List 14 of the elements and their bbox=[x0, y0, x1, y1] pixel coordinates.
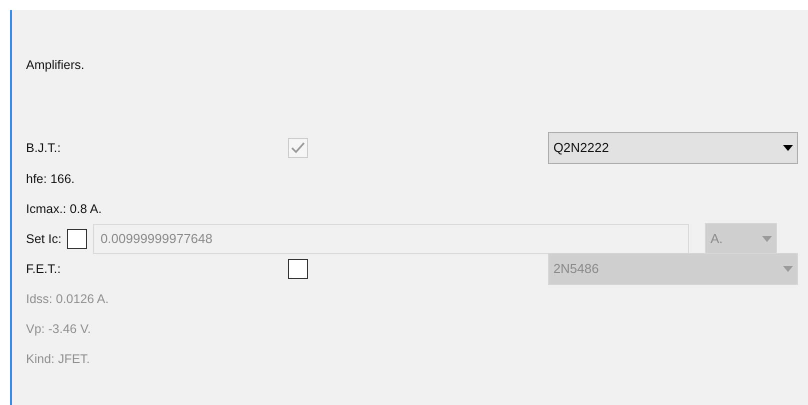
info-text: Vp: -3.46 V. bbox=[26, 320, 91, 338]
info-text: Kind: JFET. bbox=[26, 350, 90, 368]
info-text: Icmax.: 0.8 A. bbox=[26, 200, 102, 218]
checkbox[interactable] bbox=[288, 259, 308, 279]
caret-icon bbox=[762, 236, 772, 242]
info-text: Idss: 0.0126 A. bbox=[26, 290, 109, 308]
caret-icon bbox=[782, 145, 793, 151]
field-label: F.E.T.: bbox=[26, 260, 62, 278]
section-title: Amplifiers. bbox=[26, 56, 84, 74]
check-icon bbox=[290, 142, 305, 154]
caret-icon bbox=[782, 266, 793, 272]
info-text: hfe: 166. bbox=[26, 170, 75, 188]
field-label: B.J.T.: bbox=[26, 140, 62, 157]
field-label: Set Ic: bbox=[26, 230, 62, 248]
